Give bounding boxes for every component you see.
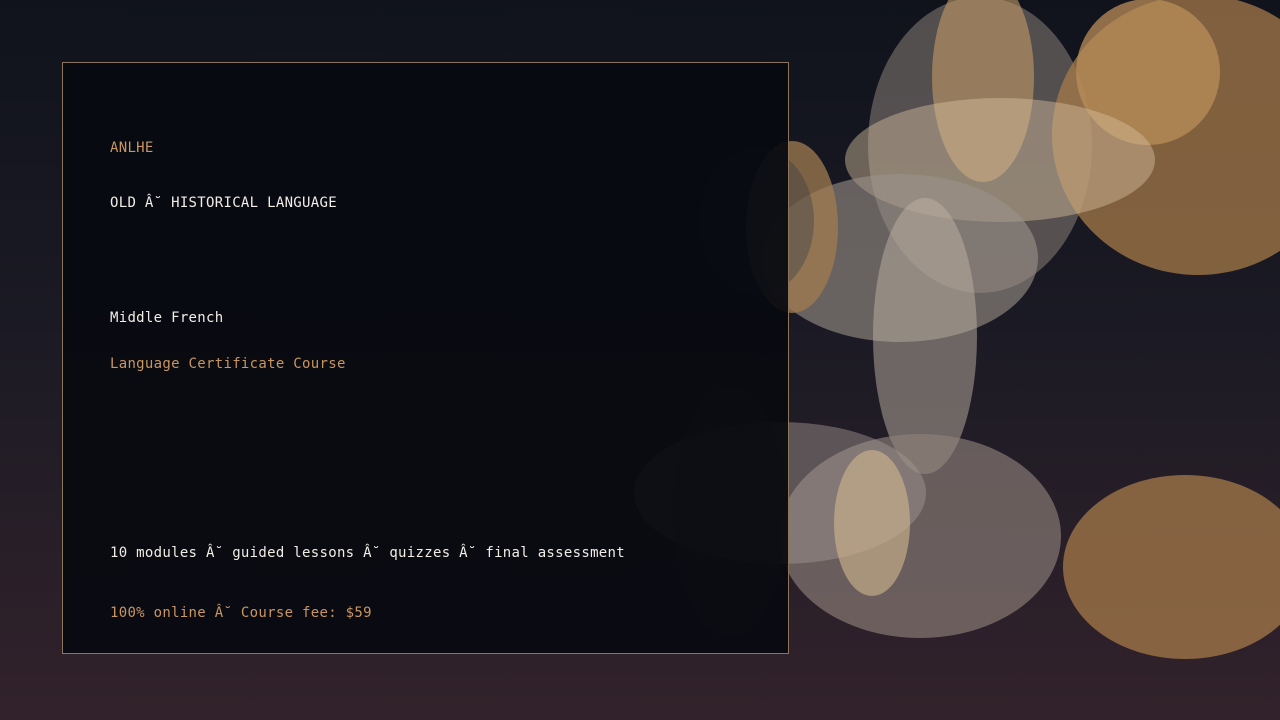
- course-pricing: 100% online Â˘ Course fee: $59: [110, 605, 372, 621]
- category-label: OLD Â˘ HISTORICAL LANGUAGE: [110, 195, 337, 211]
- course-subtitle: Language Certificate Course: [110, 356, 346, 372]
- course-card: ANLHE OLD Â˘ HISTORICAL LANGUAGE Middle …: [62, 62, 789, 654]
- course-title: Middle French: [110, 310, 224, 326]
- brand-label: ANLHE: [110, 140, 154, 156]
- bokeh-light: [873, 198, 977, 474]
- bokeh-light: [1063, 475, 1280, 659]
- bokeh-light: [834, 450, 910, 596]
- course-features: 10 modules Â˘ guided lessons Â˘ quizzes …: [110, 545, 625, 561]
